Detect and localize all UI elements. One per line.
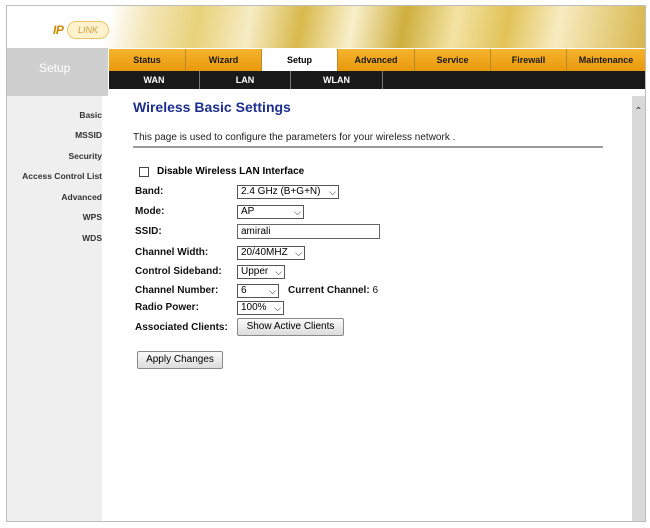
channel-width-select-value: 20/40MHZ xyxy=(241,247,288,258)
router-admin-window: IP LINK Setup Status Wizard Setup Advanc… xyxy=(6,5,646,522)
mode-select[interactable]: AP ⌵ xyxy=(237,205,304,219)
tab-service[interactable]: Service xyxy=(415,49,491,71)
band-select-value: 2.4 GHz (B+G+N) xyxy=(241,186,321,197)
disable-wlan-checkbox[interactable] xyxy=(139,167,149,177)
iplink-logo: IP LINK xyxy=(53,20,109,42)
radio-power-label: Radio Power: xyxy=(135,302,199,313)
page-description: This page is used to configure the param… xyxy=(133,132,456,143)
divider xyxy=(133,146,603,148)
tab-setup[interactable]: Setup xyxy=(262,49,338,71)
page-title: Wireless Basic Settings xyxy=(133,99,291,115)
main-content: Wireless Basic Settings This page is use… xyxy=(133,96,633,521)
control-sideband-select-value: Upper xyxy=(241,266,269,277)
main-menu: Status Wizard Setup Advanced Service Fir… xyxy=(109,49,645,71)
tab-advanced[interactable]: Advanced xyxy=(338,49,415,71)
current-channel-label: Current Channel: 6 xyxy=(288,285,378,296)
associated-clients-label: Associated Clients: xyxy=(135,322,228,333)
sidebar-item-access-control-list[interactable]: Access Control List xyxy=(7,171,102,181)
channel-width-select[interactable]: 20/40MHZ ⌵ xyxy=(237,246,305,260)
logo-link-text: LINK xyxy=(67,21,109,39)
mode-select-value: AP xyxy=(241,206,255,217)
chevron-down-icon: ⌵ xyxy=(294,207,301,217)
chevron-down-icon: ⌵ xyxy=(329,187,336,197)
subtab-lan[interactable]: LAN xyxy=(200,71,291,89)
chevron-down-icon: ⌵ xyxy=(295,248,302,258)
channel-width-label: Channel Width: xyxy=(135,247,209,258)
subtab-wan[interactable]: WAN xyxy=(109,71,200,89)
disable-wlan-label: Disable Wireless LAN Interface xyxy=(157,166,305,177)
section-label: Setup xyxy=(39,61,71,75)
band-select[interactable]: 2.4 GHz (B+G+N) ⌵ xyxy=(237,185,339,199)
chevron-down-icon: ⌵ xyxy=(275,267,282,277)
control-sideband-select[interactable]: Upper ⌵ xyxy=(237,265,285,279)
sub-menu: WAN LAN WLAN xyxy=(109,71,645,89)
chevron-down-icon: ⌵ xyxy=(274,303,281,313)
sidebar-item-wds[interactable]: WDS xyxy=(7,233,102,243)
show-active-clients-button[interactable]: Show Active Clients xyxy=(237,318,344,336)
control-sideband-label: Control Sideband: xyxy=(135,266,222,277)
mode-label: Mode: xyxy=(135,206,165,217)
sidebar-item-basic[interactable]: Basic xyxy=(7,110,102,120)
subtab-wlan[interactable]: WLAN xyxy=(291,71,383,89)
sidebar: Basic MSSID Security Access Control List… xyxy=(7,96,102,521)
channel-number-select-value: 6 xyxy=(241,285,247,296)
logo-ip-text: IP xyxy=(53,23,64,37)
sidebar-item-advanced[interactable]: Advanced xyxy=(7,192,102,202)
current-channel-value: 6 xyxy=(372,285,379,296)
section-label-area: Setup xyxy=(7,48,108,96)
band-label: Band: xyxy=(135,186,164,197)
sidebar-item-security[interactable]: Security xyxy=(7,151,102,161)
sidebar-item-wps[interactable]: WPS xyxy=(7,212,102,222)
tab-firewall[interactable]: Firewall xyxy=(491,49,567,71)
sidebar-item-mssid[interactable]: MSSID xyxy=(7,130,102,140)
vertical-scrollbar[interactable]: ⌃ xyxy=(632,96,645,521)
apply-changes-button[interactable]: Apply Changes xyxy=(137,351,223,369)
ssid-label: SSID: xyxy=(135,226,162,237)
chevron-up-icon[interactable]: ⌃ xyxy=(632,106,645,118)
radio-power-select-value: 100% xyxy=(241,302,267,313)
tab-status[interactable]: Status xyxy=(109,49,186,71)
tab-maintenance[interactable]: Maintenance xyxy=(567,49,645,71)
channel-number-label: Channel Number: xyxy=(135,285,219,296)
tab-wizard[interactable]: Wizard xyxy=(186,49,262,71)
header-banner: IP LINK xyxy=(7,6,645,48)
channel-number-select[interactable]: 6 ⌵ xyxy=(237,284,279,298)
chevron-down-icon: ⌵ xyxy=(269,286,276,296)
ssid-input[interactable]: amirali xyxy=(237,224,380,239)
radio-power-select[interactable]: 100% ⌵ xyxy=(237,301,284,315)
current-channel-label-text: Current Channel: xyxy=(288,285,370,296)
